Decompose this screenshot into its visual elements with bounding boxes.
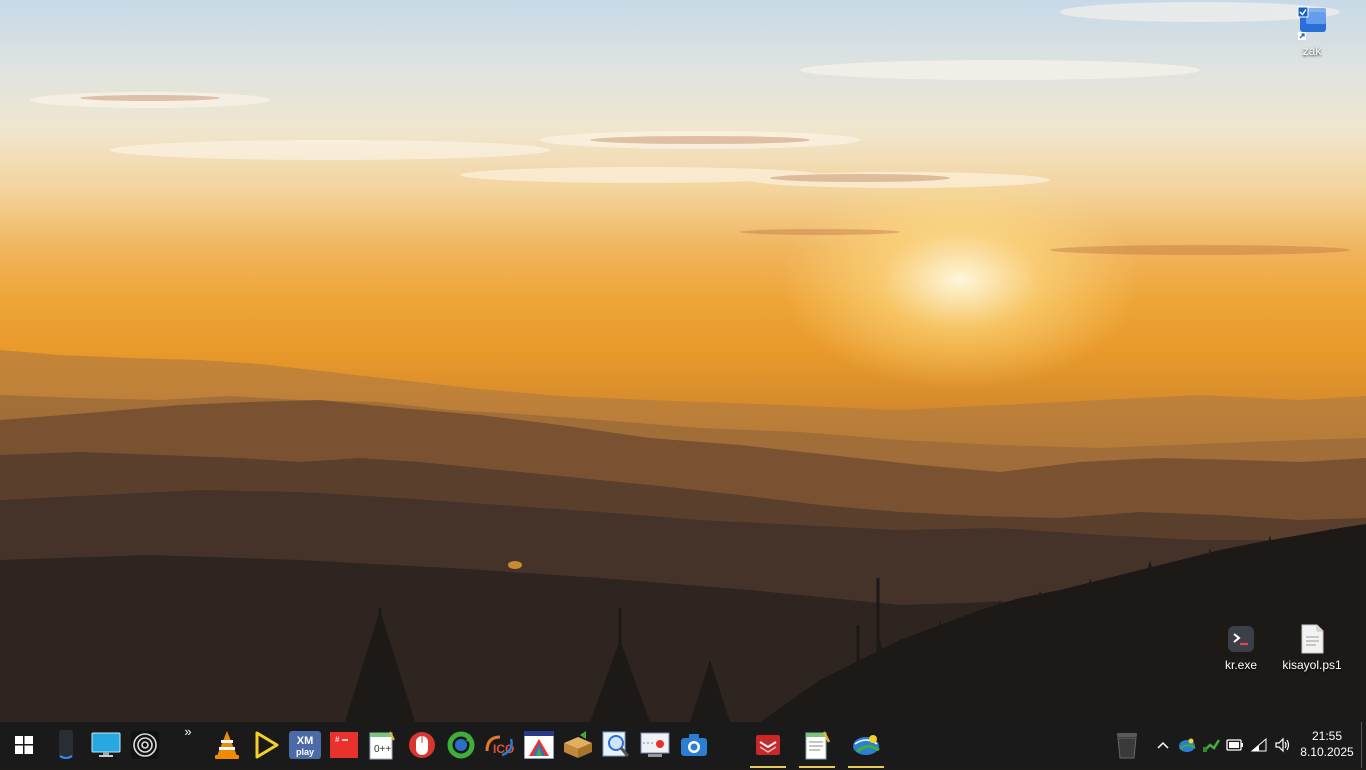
ico-converter-icon: ICO — [485, 735, 514, 757]
notepad-plus-icon: 0++ — [369, 731, 395, 760]
show-hidden-chevron-icon — [1157, 741, 1169, 749]
network-globe-icon — [1179, 738, 1196, 752]
terminal-app-icon — [1228, 626, 1254, 652]
tray-battery[interactable] — [1224, 722, 1246, 768]
desktop-icon-label: kisayol.ps1 — [1282, 658, 1342, 672]
svg-text:play: play — [296, 747, 314, 757]
taskbar-pinned-mouse-app[interactable] — [403, 722, 441, 768]
taskbar-pinned-media-player[interactable] — [247, 722, 285, 768]
desktop-icon-label: kr.exe — [1224, 658, 1257, 672]
taskbar-pinned-red-calendar[interactable]: # — [325, 722, 363, 768]
taskbar-pinned-vlc[interactable] — [208, 722, 246, 768]
vlc-icon — [215, 731, 239, 759]
start-button[interactable] — [5, 722, 43, 768]
screen-recorder-icon — [640, 732, 670, 757]
taskbar-clock[interactable]: 21:55 8.10.2025 — [1299, 728, 1355, 760]
magnifier-app-icon — [602, 731, 630, 757]
folder-shortcut-icon — [1297, 6, 1326, 40]
taskbar-overflow-chevron[interactable]: » — [178, 722, 198, 770]
spiral-app-icon — [131, 731, 159, 759]
speaker-app-icon — [59, 730, 73, 759]
taskbar-pinned-monitor[interactable] — [87, 722, 125, 768]
taskbar-pinned-package[interactable] — [559, 722, 597, 768]
taskbar: » XM play # 0++ ICO 21:55 8.10.2025 — [0, 722, 1366, 768]
xmplay-icon: XM play — [289, 731, 321, 759]
svg-text:0++: 0++ — [374, 744, 391, 755]
recycle-bin-icon — [1117, 733, 1137, 759]
desktop-icon-kisayol-ps1[interactable]: kisayol.ps1 — [1277, 624, 1347, 672]
package-app-icon — [564, 731, 592, 758]
svg-text:XM: XM — [297, 735, 314, 747]
refresh-app-icon — [447, 731, 475, 759]
camera-app-icon — [681, 734, 707, 756]
battery-icon — [1226, 739, 1243, 751]
svg-text:#: # — [335, 735, 340, 744]
tray-recycle-bin[interactable] — [1108, 722, 1146, 768]
clock-date: 8.10.2025 — [1300, 745, 1354, 759]
taskbar-pinned-notepad-plus[interactable]: 0++ — [363, 722, 401, 768]
desktop-icon-label: zak — [1302, 44, 1322, 58]
monitor-app-icon — [91, 732, 121, 757]
windows-logo-icon — [15, 736, 33, 754]
wallpaper-landscape — [0, 2, 1366, 722]
taskbar-pinned-refresh[interactable] — [442, 722, 480, 768]
color-window-app-icon — [524, 731, 554, 759]
taskbar-pinned-magnifier[interactable] — [597, 722, 635, 768]
tray-show-hidden-icons[interactable] — [1152, 722, 1174, 768]
tray-network-globe[interactable] — [1176, 722, 1198, 768]
taskbar-pinned-ico-converter[interactable]: ICO — [481, 722, 519, 768]
volume-icon — [1275, 737, 1290, 753]
red-app-icon — [756, 735, 780, 755]
tray-app[interactable] — [1200, 722, 1222, 768]
media-player-icon — [255, 731, 279, 759]
taskbar-pinned-color-window[interactable] — [520, 722, 558, 768]
taskbar-pinned-spiral[interactable] — [126, 722, 164, 768]
taskbar-running-red-app[interactable] — [748, 722, 788, 768]
globe-network-icon — [853, 735, 880, 755]
taskbar-pinned-screen-recorder[interactable] — [636, 722, 674, 768]
desktop-icon-kr-exe[interactable]: kr.exe — [1206, 624, 1276, 672]
text-editor-icon — [805, 731, 831, 760]
desktop-wallpaper: zak kr.exe kisayol.ps1 — [0, 0, 1366, 722]
tray-volume[interactable] — [1272, 722, 1294, 768]
taskbar-running-network-globe[interactable] — [846, 722, 886, 768]
taskbar-pinned-xmplay[interactable]: XM play — [286, 722, 324, 768]
desktop-icon-zak[interactable]: zak — [1277, 6, 1347, 58]
red-calendar-icon: # — [330, 732, 358, 758]
wifi-icon — [1250, 738, 1267, 752]
clock-time: 21:55 — [1311, 729, 1343, 743]
tray-app-icon — [1203, 739, 1220, 752]
tray-wifi[interactable] — [1248, 722, 1270, 768]
show-desktop-button[interactable] — [1361, 722, 1366, 768]
script-file-icon — [1301, 624, 1324, 654]
taskbar-pinned-camera[interactable] — [675, 722, 713, 768]
taskbar-running-text-editor[interactable] — [797, 722, 837, 768]
taskbar-pinned-speaker[interactable] — [47, 722, 85, 768]
mouse-app-icon — [409, 732, 435, 758]
